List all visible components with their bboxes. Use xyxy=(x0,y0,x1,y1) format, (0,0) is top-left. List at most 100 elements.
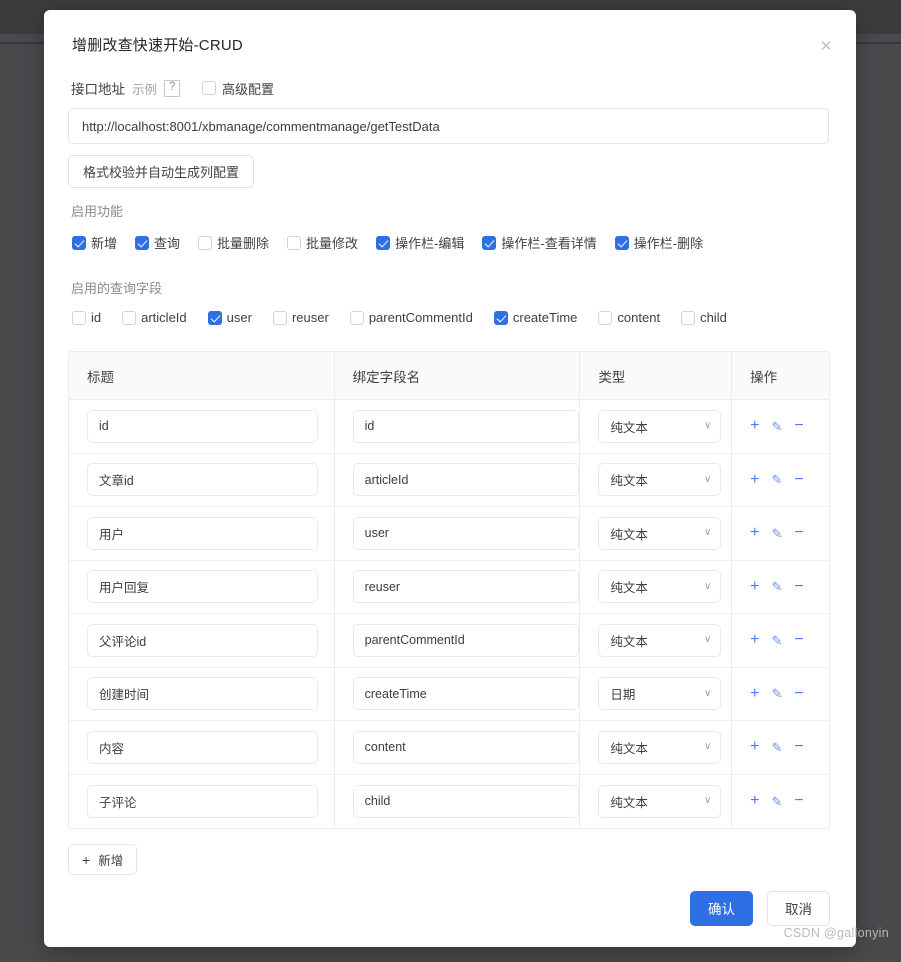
feature-checkbox[interactable] xyxy=(72,235,86,250)
feature-checkbox[interactable] xyxy=(198,235,213,250)
column-type-select[interactable]: 纯文本 ∨ xyxy=(598,730,722,764)
feature-label[interactable]: 操作栏-编辑 xyxy=(395,233,464,252)
cancel-button[interactable]: 取消 xyxy=(767,890,830,926)
advanced-config-checkbox[interactable] xyxy=(202,81,217,95)
column-type-select[interactable]: 纯文本 ∨ xyxy=(598,784,722,818)
query-field-checkbox[interactable] xyxy=(207,310,222,325)
query-field-checkbox[interactable] xyxy=(72,310,86,325)
feature-checkbox[interactable] xyxy=(135,235,150,250)
feature-item[interactable]: 操作栏-查看详情 xyxy=(482,233,597,252)
query-field-checkbox[interactable] xyxy=(272,310,287,325)
feature-item[interactable]: 批量删除 xyxy=(198,233,269,252)
column-field-input[interactable]: parentCommentId xyxy=(352,623,579,657)
advanced-config-label[interactable]: 高级配置 xyxy=(222,79,274,98)
minus-icon[interactable]: − xyxy=(794,632,803,648)
edit-icon[interactable]: ✎ xyxy=(771,634,782,647)
query-field-item[interactable]: user xyxy=(207,310,252,325)
query-field-label[interactable]: content xyxy=(617,310,660,325)
minus-icon[interactable]: − xyxy=(794,685,803,702)
edit-icon[interactable]: ✎ xyxy=(771,473,782,486)
feature-item[interactable]: 操作栏-删除 xyxy=(614,233,703,252)
query-field-item[interactable]: content xyxy=(598,310,660,325)
query-field-label[interactable]: child xyxy=(700,310,727,325)
plus-icon[interactable]: + xyxy=(750,793,759,809)
column-title-input[interactable]: 内容 xyxy=(87,730,318,764)
plus-icon[interactable]: + xyxy=(750,418,759,434)
feature-checkbox[interactable] xyxy=(287,235,302,250)
column-title-input[interactable]: 父评论id xyxy=(87,623,318,657)
api-url-input[interactable]: http://localhost:8001/xbmanage/commentma… xyxy=(68,108,829,144)
help-icon[interactable]: ? xyxy=(164,79,181,97)
column-type-select[interactable]: 纯文本 ∨ xyxy=(598,516,722,550)
edit-icon[interactable]: ✎ xyxy=(771,527,782,540)
column-title-input[interactable]: 用户 xyxy=(87,516,318,550)
column-title-input[interactable]: 创建时间 xyxy=(87,677,318,711)
plus-icon[interactable]: + xyxy=(750,471,759,488)
column-field-input[interactable]: id xyxy=(352,409,579,443)
plus-icon[interactable]: + xyxy=(750,578,759,595)
column-type-select[interactable]: 纯文本 ∨ xyxy=(598,463,722,497)
edit-icon[interactable]: ✎ xyxy=(771,420,782,433)
column-field-input[interactable]: child xyxy=(352,784,579,818)
feature-label[interactable]: 操作栏-删除 xyxy=(634,233,703,252)
feature-label[interactable]: 批量修改 xyxy=(306,233,358,252)
feature-label[interactable]: 操作栏-查看详情 xyxy=(501,233,596,252)
minus-icon[interactable]: − xyxy=(794,418,803,434)
query-field-item[interactable]: reuser xyxy=(272,310,329,325)
plus-icon[interactable]: + xyxy=(750,739,759,755)
feature-item[interactable]: 新增 xyxy=(72,233,117,252)
column-field-input[interactable]: createTime xyxy=(352,677,579,711)
query-field-checkbox[interactable] xyxy=(349,310,364,325)
confirm-button[interactable]: 确认 xyxy=(690,890,753,926)
plus-icon[interactable]: + xyxy=(750,632,759,648)
query-field-label[interactable]: id xyxy=(91,310,101,325)
plus-icon[interactable]: + xyxy=(750,525,759,541)
column-type-select[interactable]: 日期 ∨ xyxy=(598,677,722,711)
query-field-item[interactable]: child xyxy=(681,310,727,325)
query-field-label[interactable]: createTime xyxy=(513,310,578,325)
column-field-input[interactable]: content xyxy=(352,730,579,764)
query-field-checkbox[interactable] xyxy=(122,310,137,325)
column-field-input[interactable]: reuser xyxy=(352,570,579,604)
edit-icon[interactable]: ✎ xyxy=(771,741,782,754)
feature-label[interactable]: 查询 xyxy=(154,233,180,252)
minus-icon[interactable]: − xyxy=(794,578,803,595)
query-field-checkbox[interactable] xyxy=(493,310,508,325)
feature-label[interactable]: 新增 xyxy=(91,233,117,252)
query-field-label[interactable]: articleId xyxy=(141,310,187,325)
api-example-label[interactable]: 示例 xyxy=(132,79,157,98)
edit-icon[interactable]: ✎ xyxy=(771,687,782,700)
query-field-checkbox[interactable] xyxy=(681,310,696,325)
query-field-item[interactable]: createTime xyxy=(493,310,578,325)
column-title-input[interactable]: id xyxy=(87,409,318,443)
column-title-input[interactable]: 文章id xyxy=(87,463,318,497)
feature-item[interactable]: 查询 xyxy=(135,233,180,252)
feature-label[interactable]: 批量删除 xyxy=(217,233,269,252)
query-field-label[interactable]: reuser xyxy=(292,310,329,325)
column-title-input[interactable]: 用户回复 xyxy=(87,570,318,604)
edit-icon[interactable]: ✎ xyxy=(771,795,782,808)
column-field-input[interactable]: user xyxy=(352,516,579,550)
minus-icon[interactable]: − xyxy=(794,471,803,488)
generate-columns-button[interactable]: 格式校验并自动生成列配置 xyxy=(68,155,255,188)
minus-icon[interactable]: − xyxy=(794,739,803,755)
query-field-label[interactable]: user xyxy=(227,310,252,325)
advanced-config-checkbox-wrap[interactable]: 高级配置 xyxy=(202,79,274,98)
query-field-checkbox[interactable] xyxy=(598,310,613,325)
column-title-input[interactable]: 子评论 xyxy=(87,784,318,818)
feature-checkbox[interactable] xyxy=(376,235,391,250)
column-type-select[interactable]: 纯文本 ∨ xyxy=(598,409,722,443)
column-field-input[interactable]: articleId xyxy=(352,463,579,497)
feature-checkbox[interactable] xyxy=(614,235,629,250)
query-field-item[interactable]: articleId xyxy=(122,310,187,325)
feature-item[interactable]: 操作栏-编辑 xyxy=(376,233,464,252)
feature-checkbox[interactable] xyxy=(482,235,497,250)
query-field-item[interactable]: parentCommentId xyxy=(349,310,473,325)
minus-icon[interactable]: − xyxy=(794,793,803,809)
column-type-select[interactable]: 纯文本 ∨ xyxy=(598,623,722,657)
close-icon[interactable]: ✕ xyxy=(814,34,838,58)
query-field-item[interactable]: id xyxy=(72,310,101,325)
feature-item[interactable]: 批量修改 xyxy=(287,233,358,252)
column-type-select[interactable]: 纯文本 ∨ xyxy=(598,570,722,604)
plus-icon[interactable]: + xyxy=(750,685,759,702)
